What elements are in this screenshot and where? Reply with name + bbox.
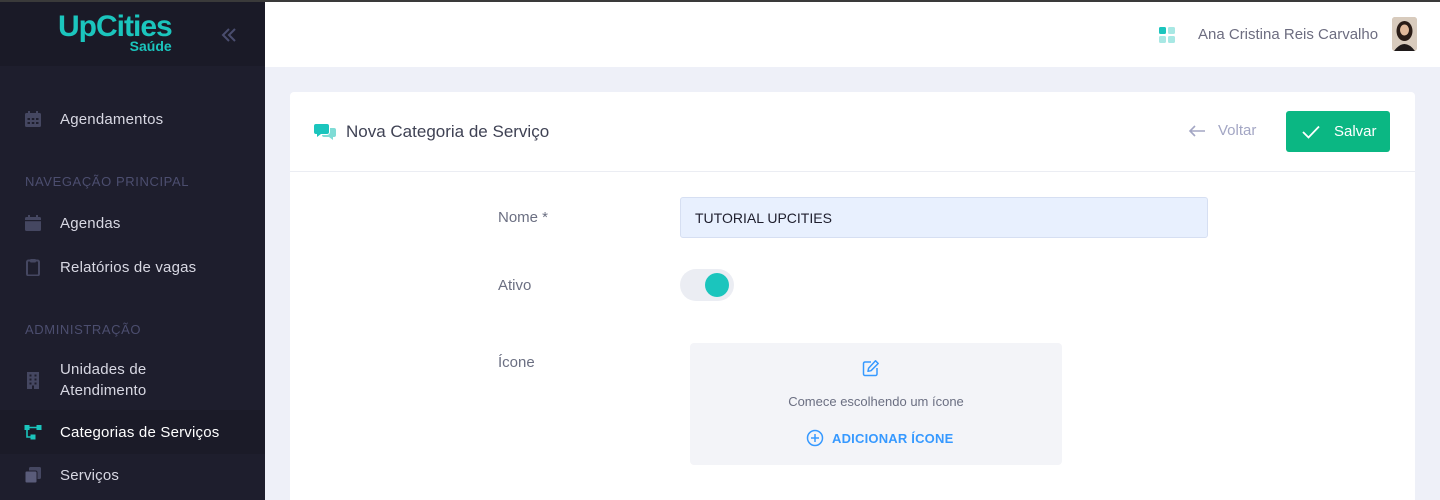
check-icon	[1302, 125, 1320, 139]
card-title: Nova Categoria de Serviço	[346, 122, 550, 141]
clipboard-icon	[26, 259, 40, 276]
arrow-left-icon	[1188, 124, 1205, 137]
active-label: Ativo	[498, 277, 532, 294]
add-icon-label: ADICIONAR ÍCONE	[832, 430, 954, 446]
user-photo-icon	[1392, 17, 1417, 51]
sidebar-item-agendamentos[interactable]: Agendamentos	[0, 98, 265, 140]
name-input[interactable]	[680, 197, 1208, 238]
sidebar-item-label: Relatórios de vagas	[60, 258, 197, 276]
sidebar-item-label: Agendas	[60, 214, 121, 232]
icon-hint: Comece escolhendo um ícone	[788, 394, 964, 409]
sidebar-item-label: Unidades de Atendimento	[60, 361, 147, 399]
sidebar-item-label: Agendamentos	[60, 110, 164, 128]
name-label: Nome *	[498, 209, 549, 226]
edit-icon[interactable]	[862, 359, 880, 377]
sidebar-item-servicos[interactable]: Serviços	[0, 454, 265, 496]
upcities-logo[interactable]: UpCities Saúde	[58, 12, 173, 54]
icon-picker-box: Comece escolhendo um ícone ADICIONAR ÍCO…	[690, 343, 1062, 465]
card-header: Nova Categoria de Serviço Voltar Salvar	[290, 92, 1415, 172]
layers-icon	[24, 467, 41, 484]
double-chevron-left-icon[interactable]	[219, 26, 239, 44]
sidebar-item-categorias-de-servicos[interactable]: Categorias de Serviços	[0, 410, 265, 454]
active-toggle[interactable]	[680, 269, 734, 301]
top-header: Ana Cristina Reis Carvalho	[265, 2, 1440, 67]
toggle-knob	[705, 273, 729, 297]
form-card: Nova Categoria de Serviço Voltar Salvar …	[290, 92, 1415, 500]
sidebar-item-unidades-de-atendimento[interactable]: Unidades de Atendimento	[0, 350, 265, 410]
sidebar-item-agendas[interactable]: Agendas	[0, 202, 265, 244]
calendar-grid-icon	[25, 111, 41, 127]
save-button[interactable]: Salvar	[1286, 111, 1390, 152]
icon-label: Ícone	[498, 354, 535, 371]
apps-grid-icon[interactable]	[1159, 27, 1175, 43]
back-button[interactable]: Voltar	[1188, 122, 1256, 139]
sidebar-item-label: Categorias de Serviços	[60, 423, 220, 441]
window-top-border	[0, 0, 1440, 2]
back-button-label: Voltar	[1218, 122, 1257, 139]
sidebar: UpCities Saúde Agendamentos NAVEGAÇÃO PR…	[0, 2, 265, 500]
user-name[interactable]: Ana Cristina Reis Carvalho	[1198, 26, 1378, 43]
building-icon	[27, 372, 39, 389]
calendar-icon	[25, 215, 41, 231]
add-icon-button[interactable]: ADICIONAR ÍCONE	[806, 429, 953, 447]
brand-area: UpCities Saúde	[0, 2, 265, 66]
save-button-label: Salvar	[1334, 123, 1377, 140]
sidebar-item-relatorios-de-vagas[interactable]: Relatórios de vagas	[0, 246, 265, 288]
sidebar-item-label: Serviços	[60, 466, 120, 484]
hierarchy-icon	[24, 425, 42, 440]
avatar[interactable]	[1392, 17, 1417, 51]
section-administracao: ADMINISTRAÇÃO	[25, 322, 142, 337]
plus-circle-icon	[806, 429, 824, 447]
chat-bubbles-icon	[314, 124, 336, 140]
section-navegacao-principal: NAVEGAÇÃO PRINCIPAL	[25, 174, 190, 189]
